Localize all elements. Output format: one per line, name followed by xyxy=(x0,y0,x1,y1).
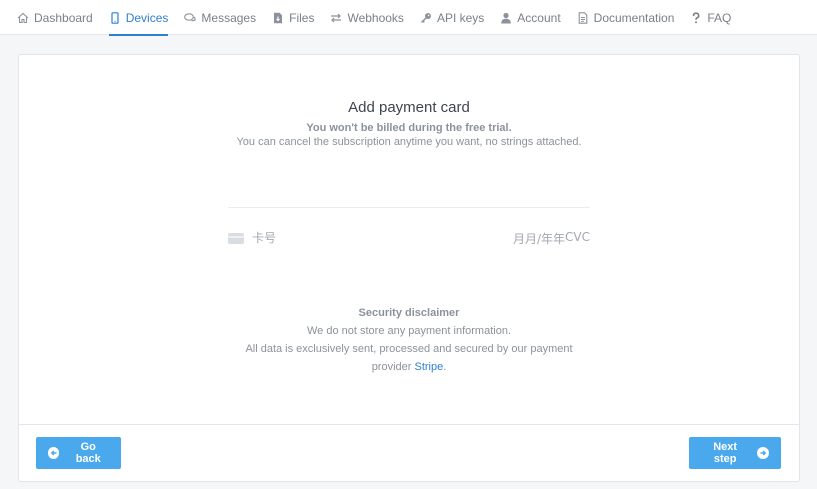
nav-item-webhooks[interactable]: Webhooks xyxy=(330,0,404,35)
nav-item-dashboard[interactable]: Dashboard xyxy=(17,0,93,35)
next-step-button[interactable]: Next step xyxy=(689,437,781,469)
go-back-label: Go back xyxy=(75,441,101,465)
payment-card-panel: Add payment card You won't be billed dur… xyxy=(18,54,800,482)
disclaimer-line: All data is exclusively sent, processed … xyxy=(245,343,573,355)
chat-icon xyxy=(184,12,197,24)
disclaimer-text: . xyxy=(443,361,447,373)
cancel-notice: You can cancel the subscription anytime … xyxy=(236,136,582,148)
arrow-left-icon xyxy=(48,447,60,459)
card-number-input[interactable] xyxy=(252,231,392,245)
next-step-label: Next step xyxy=(713,441,738,465)
disclaimer-title: Security disclaimer xyxy=(358,307,460,319)
user-icon xyxy=(500,12,512,24)
nav-item-files[interactable]: Files xyxy=(272,0,314,35)
nav-label: FAQ xyxy=(707,10,732,25)
go-back-button[interactable]: Go back xyxy=(36,437,121,469)
nav-label: Documentation xyxy=(593,10,675,25)
cvc-input[interactable]: CVC xyxy=(565,230,590,247)
document-icon xyxy=(577,11,589,24)
arrow-right-icon xyxy=(757,447,769,459)
stripe-link[interactable]: Stripe xyxy=(414,361,443,373)
home-icon xyxy=(17,12,29,24)
disclaimer-line: provider Stripe. xyxy=(19,361,799,373)
file-download-icon xyxy=(272,12,284,24)
top-nav: Dashboard Devices Messages Files Webhook… xyxy=(0,0,817,36)
card-element[interactable]: 月月/年年 CVC xyxy=(228,229,590,247)
nav-item-account[interactable]: Account xyxy=(500,0,561,35)
nav-item-api-keys[interactable]: API keys xyxy=(420,0,484,35)
nav-label: API keys xyxy=(436,10,485,25)
question-icon xyxy=(690,11,702,24)
nav-label: Files xyxy=(289,10,315,25)
phone-icon xyxy=(109,11,121,24)
nav-item-devices[interactable]: Devices xyxy=(108,0,169,36)
nav-item-faq[interactable]: FAQ xyxy=(690,0,731,35)
key-icon xyxy=(420,12,432,24)
disclaimer-text: provider xyxy=(371,361,415,373)
credit-card-icon xyxy=(228,232,244,244)
nav-item-documentation[interactable]: Documentation xyxy=(577,0,675,35)
nav-item-messages[interactable]: Messages xyxy=(184,0,256,35)
page-title: Add payment card xyxy=(348,99,470,116)
nav-label: Devices xyxy=(125,10,169,25)
disclaimer-line: We do not store any payment information. xyxy=(306,325,511,337)
divider xyxy=(228,207,590,208)
nav-label: Webhooks xyxy=(347,10,404,25)
wizard-footer: Go back Next step xyxy=(19,424,799,482)
expiry-input[interactable]: 月月/年年 xyxy=(513,230,565,247)
trial-notice: You won't be billed during the free tria… xyxy=(306,122,512,134)
nav-label: Messages xyxy=(201,10,257,25)
nav-label: Dashboard xyxy=(34,10,93,25)
exchange-icon xyxy=(330,12,342,24)
nav-label: Account xyxy=(517,10,561,25)
